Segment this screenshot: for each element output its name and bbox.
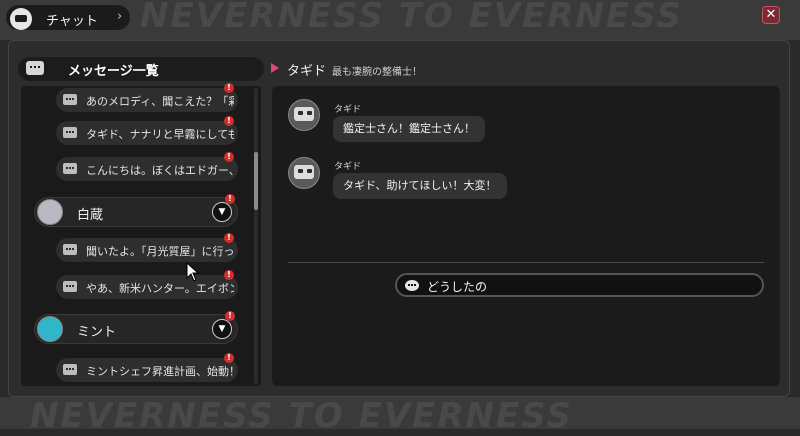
message-icon xyxy=(63,94,77,105)
chevron-down-icon[interactable]: ▼ xyxy=(212,202,232,222)
message-bubble: 鑑定士さん！鑑定士さん！ xyxy=(333,116,485,142)
unread-badge: ! xyxy=(224,116,234,126)
header-title: チャット xyxy=(46,14,98,29)
background-watermark-bottom: NEVERNESS TO EVERNESS xyxy=(30,396,574,436)
unread-badge: ! xyxy=(224,233,234,243)
conversation-subtitle: 最も凄腕の整備士！ xyxy=(332,67,422,78)
message-list-icon xyxy=(26,61,44,75)
chat-header-pill: チャット › xyxy=(5,4,131,31)
mouse-cursor-icon xyxy=(186,262,200,282)
unread-badge: ! xyxy=(225,311,235,321)
robot-eye xyxy=(298,111,303,115)
contact-name: 白蔵 xyxy=(77,208,104,223)
message-speaker: タギド xyxy=(334,162,362,172)
unread-badge: ! xyxy=(224,152,234,162)
background-watermark-top: NEVERNESS TO EVERNESS xyxy=(140,0,684,36)
message-icon xyxy=(63,163,77,174)
list-item-text: やあ、新米ハンター。エイボン xyxy=(86,282,234,295)
list-item[interactable]: こんにちは。ぼくはエドガー、 ! xyxy=(56,152,238,181)
conversation-marker-icon xyxy=(271,63,279,73)
list-item[interactable]: ミントシェフ昇進計画、始動！ ! xyxy=(56,353,238,382)
robot-eye xyxy=(307,169,312,173)
scrollbar-thumb[interactable] xyxy=(254,152,258,210)
message-icon xyxy=(63,281,77,292)
message-list-title: メッセージ一覧 xyxy=(68,64,159,79)
chevron-right-icon: › xyxy=(117,9,123,24)
chat-bubble-icon xyxy=(10,8,32,30)
contact-mint[interactable]: ミント ▼ ! xyxy=(34,311,238,344)
list-item-text: 聞いたよ。「月光質屋」に行っ xyxy=(86,245,234,258)
speech-bubble-icon xyxy=(405,280,419,291)
avatar xyxy=(37,316,63,342)
robot-eye xyxy=(307,111,312,115)
unread-badge: ! xyxy=(224,83,234,93)
message-bubble: タギド、助けてほしい！大変！ xyxy=(333,173,507,199)
list-item[interactable]: あのメロディ、聞こえた？「彩 ! xyxy=(56,83,238,112)
chevron-down-icon[interactable]: ▼ xyxy=(212,319,232,339)
message-icon xyxy=(63,364,77,375)
unread-badge: ! xyxy=(224,270,234,280)
list-item-text: ミントシェフ昇進計画、始動！ xyxy=(86,365,234,378)
message-speaker: タギド xyxy=(334,105,362,115)
avatar xyxy=(288,157,320,189)
divider xyxy=(288,262,764,263)
contact-name: ミント xyxy=(77,325,117,340)
message-list-header: メッセージ一覧 xyxy=(18,57,264,81)
conversation-name: タギド xyxy=(287,64,327,79)
message-icon xyxy=(63,244,77,255)
unread-badge: ! xyxy=(225,194,235,204)
robot-eye xyxy=(298,169,303,173)
unread-badge: ! xyxy=(224,353,234,363)
reply-option-button[interactable]: どうしたの xyxy=(395,273,764,297)
list-item-text: タギド、ナナリと早霧にしてもら xyxy=(86,128,234,141)
close-button[interactable]: ✕ xyxy=(762,6,780,24)
list-item[interactable]: やあ、新米ハンター。エイボン ! xyxy=(56,270,238,299)
avatar xyxy=(288,99,320,131)
avatar xyxy=(37,199,63,225)
list-item[interactable]: 聞いたよ。「月光質屋」に行っ ! xyxy=(56,233,238,262)
list-item[interactable]: タギド、ナナリと早霧にしてもら ! xyxy=(56,116,238,145)
message-icon xyxy=(63,127,77,138)
scrollbar-track[interactable] xyxy=(254,88,258,384)
list-item-text: こんにちは。ぼくはエドガー、 xyxy=(86,164,234,177)
reply-option-label: どうしたの xyxy=(427,280,488,294)
list-item-text: あのメロディ、聞こえた？「彩 xyxy=(86,95,234,108)
contact-shirakura[interactable]: 白蔵 ▼ ! xyxy=(34,194,238,227)
